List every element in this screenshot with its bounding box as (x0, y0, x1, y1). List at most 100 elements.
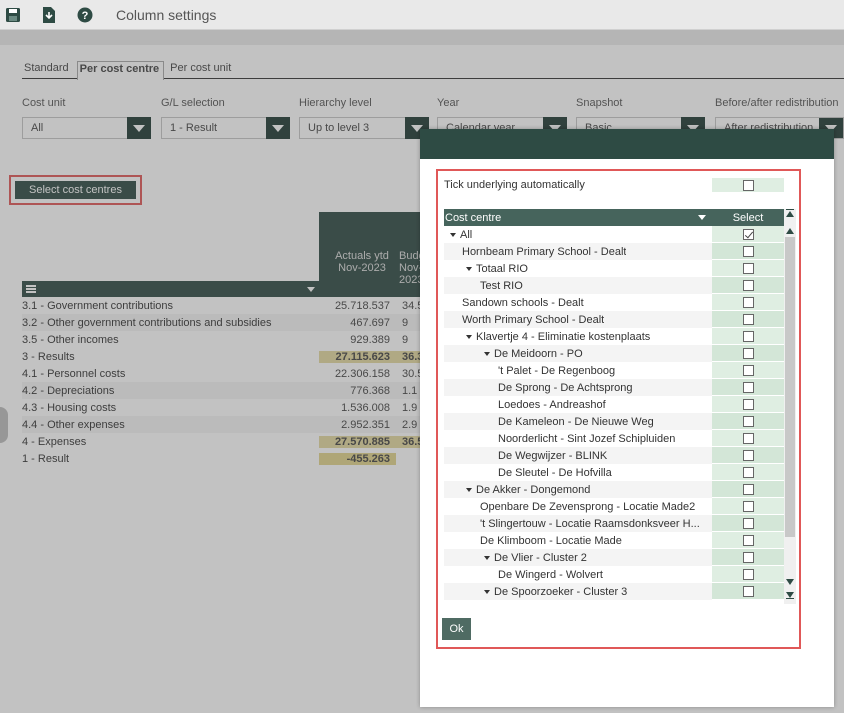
tree-node-label: 't Slingertouw - Locatie Raamsdonksveer … (480, 517, 700, 530)
select-checkbox[interactable] (742, 313, 754, 325)
tree-header-cost-centre-label: Cost centre (445, 211, 502, 224)
tree-row[interactable]: Loedoes - Andreashof (444, 396, 784, 413)
tree-node-label: De Wegwijzer - BLINK (498, 449, 608, 462)
help-icon[interactable]: ? (74, 4, 96, 26)
select-checkbox[interactable] (742, 415, 754, 427)
tree-scrollbar[interactable] (784, 209, 796, 604)
tree-row[interactable]: De Klimboom - Locatie Made (444, 532, 784, 549)
tree-row[interactable]: De Wegwijzer - BLINK (444, 447, 784, 464)
tree-row[interactable]: Totaal RIO (444, 260, 784, 277)
select-checkbox[interactable] (742, 262, 754, 274)
scrollbar-thumb[interactable] (785, 237, 795, 537)
caret-down-icon[interactable] (466, 266, 472, 271)
tree-select-cell (712, 260, 784, 277)
select-checkbox[interactable] (742, 568, 754, 580)
select-checkbox[interactable] (742, 500, 754, 512)
tree-header-cost-centre[interactable]: Cost centre (444, 212, 712, 224)
scroll-bottom-icon[interactable] (786, 592, 794, 599)
caret-down-icon[interactable] (484, 589, 490, 594)
select-checkbox[interactable] (742, 432, 754, 444)
tree-node: Test RIO (444, 280, 712, 292)
tree-node-label: De Sleutel - De Hofvilla (498, 466, 612, 479)
tree-node-label: Test RIO (480, 279, 523, 292)
tree-node-label: De Meidoorn - PO (494, 347, 583, 360)
tree-row[interactable]: 't Palet - De Regenboog (444, 362, 784, 379)
tree-row[interactable]: All (444, 226, 784, 243)
tree-node-label: De Kameleon - De Nieuwe Weg (498, 415, 654, 428)
select-checkbox[interactable] (742, 483, 754, 495)
tree-row[interactable]: De Akker - Dongemond (444, 481, 784, 498)
select-checkbox[interactable] (742, 279, 754, 291)
select-checkbox[interactable] (742, 245, 754, 257)
tree-node: 't Slingertouw - Locatie Raamsdonksveer … (444, 518, 712, 530)
scroll-top-icon[interactable] (786, 209, 794, 217)
tree-node: Noorderlicht - Sint Jozef Schipluiden (444, 433, 712, 445)
tree-node: Hornbeam Primary School - Dealt (444, 246, 712, 258)
tree-select-cell (712, 277, 784, 294)
select-checkbox[interactable] (742, 381, 754, 393)
tree-select-cell (712, 226, 784, 243)
select-checkbox[interactable] (742, 398, 754, 410)
toolbar: ? Column settings (0, 0, 844, 30)
tree-select-cell (712, 413, 784, 430)
tree-node: Openbare De Zevensprong - Locatie Made2 (444, 501, 712, 513)
select-checkbox[interactable] (742, 228, 754, 240)
tree-row[interactable]: Test RIO (444, 277, 784, 294)
tree-row[interactable]: Noorderlicht - Sint Jozef Schipluiden (444, 430, 784, 447)
tree-row[interactable]: 't Slingertouw - Locatie Raamsdonksveer … (444, 515, 784, 532)
tree-node: De Wegwijzer - BLINK (444, 450, 712, 462)
tree-node-label: Worth Primary School - Dealt (462, 313, 605, 326)
tree-select-cell (712, 243, 784, 260)
caret-down-icon[interactable] (466, 334, 472, 339)
select-checkbox[interactable] (742, 449, 754, 461)
select-checkbox[interactable] (742, 551, 754, 563)
tree-node-label: De Sprong - De Achtsprong (498, 381, 633, 394)
tree-row[interactable]: De Kameleon - De Nieuwe Weg (444, 413, 784, 430)
tree-row[interactable]: Worth Primary School - Dealt (444, 311, 784, 328)
select-checkbox[interactable] (742, 296, 754, 308)
caret-down-icon[interactable] (466, 487, 472, 492)
select-checkbox[interactable] (742, 585, 754, 597)
caret-down-icon[interactable] (484, 555, 490, 560)
tree-select-cell (712, 515, 784, 532)
tick-underlying-checkbox[interactable] (742, 179, 754, 191)
tree-row[interactable]: De Sprong - De Achtsprong (444, 379, 784, 396)
tree-node-label: Sandown schools - Dealt (462, 296, 584, 309)
tree-node-label: 't Palet - De Regenboog (498, 364, 616, 377)
tree-row[interactable]: Openbare De Zevensprong - Locatie Made2 (444, 498, 784, 515)
caret-down-icon[interactable] (484, 351, 490, 356)
chevron-down-icon[interactable] (698, 215, 706, 220)
svg-text:?: ? (82, 10, 89, 22)
tree-row[interactable]: De Wingerd - Wolvert (444, 566, 784, 583)
select-checkbox[interactable] (742, 347, 754, 359)
select-checkbox[interactable] (742, 517, 754, 529)
tree-node: De Wingerd - Wolvert (444, 569, 712, 581)
tree-select-cell (712, 396, 784, 413)
select-checkbox[interactable] (742, 534, 754, 546)
tree-header: Cost centre Select (444, 209, 784, 226)
select-checkbox[interactable] (742, 466, 754, 478)
tree-node: Totaal RIO (444, 263, 712, 275)
select-checkbox[interactable] (742, 330, 754, 342)
tree-header-select: Select (732, 211, 764, 224)
select-checkbox[interactable] (742, 364, 754, 376)
save-icon[interactable] (2, 4, 24, 26)
tree-row[interactable]: De Sleutel - De Hofvilla (444, 464, 784, 481)
download-icon[interactable] (38, 4, 60, 26)
tree-row[interactable]: Hornbeam Primary School - Dealt (444, 243, 784, 260)
tree-select-cell (712, 532, 784, 549)
caret-down-icon[interactable] (450, 232, 456, 237)
tree-node: All (444, 229, 712, 241)
tree-row[interactable]: De Meidoorn - PO (444, 345, 784, 362)
tree-row[interactable]: De Spoorzoeker - Cluster 3 (444, 583, 784, 600)
scroll-up-icon[interactable] (786, 228, 794, 234)
tree-row[interactable]: Klavertje 4 - Eliminatie kostenplaats (444, 328, 784, 345)
tree-node: De Klimboom - Locatie Made (444, 535, 712, 547)
tree-node-label: Openbare De Zevensprong - Locatie Made2 (480, 500, 696, 513)
ok-button[interactable]: Ok (442, 618, 471, 640)
tree-row[interactable]: De Vlier - Cluster 2 (444, 549, 784, 566)
tree-row[interactable]: Sandown schools - Dealt (444, 294, 784, 311)
tick-underlying-cell (712, 178, 784, 192)
tree-node: Loedoes - Andreashof (444, 399, 712, 411)
scroll-down-icon[interactable] (786, 579, 794, 585)
